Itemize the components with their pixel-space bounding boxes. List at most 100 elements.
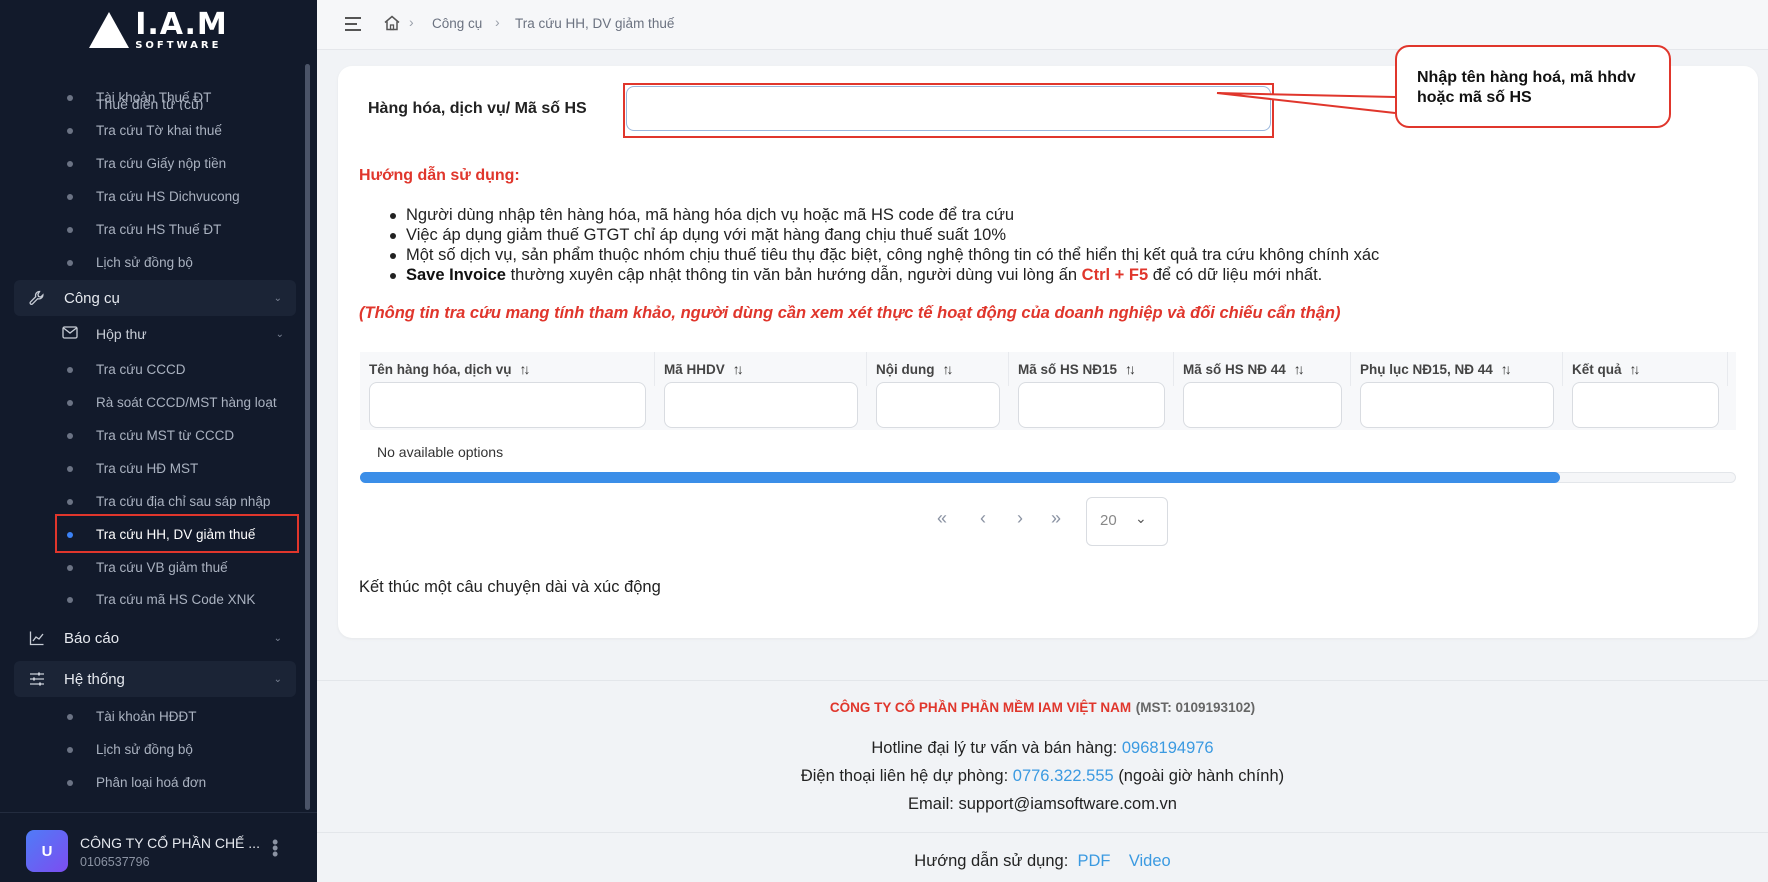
sidebar-group-system[interactable]: Hệ thống ⌄: [14, 661, 296, 697]
footer-email[interactable]: support@iamsoftware.com.vn: [958, 795, 1177, 813]
sidebar-item-sync-history[interactable]: Lịch sử đồng bộ: [0, 246, 300, 279]
bullet-icon: [67, 366, 73, 373]
filter-input-hs-nd44[interactable]: [1183, 382, 1342, 428]
bullet-icon: [67, 746, 73, 753]
footer-company-line: CÔNG TY CỔ PHẦN PHẦN MỀM IAM VIỆT NAM (M…: [317, 698, 1768, 717]
filter-input-result[interactable]: [1572, 382, 1719, 428]
breadcrumb-tools[interactable]: Công cụ: [432, 16, 482, 31]
sidebar-item-payment-slip[interactable]: Tra cứu Giấy nộp tiền: [0, 147, 300, 180]
guide-shortcut: Ctrl + F5: [1081, 266, 1149, 284]
hamburger-icon[interactable]: [345, 17, 361, 31]
guide-item: Một số dịch vụ, sản phẩm thuộc nhóm chịu…: [390, 245, 1379, 265]
sidebar-item-cccd-batch[interactable]: Rà soát CCCD/MST hàng loạt: [0, 386, 300, 419]
sidebar-item-etax-file[interactable]: Tra cứu HS Thuế ĐT: [0, 213, 300, 246]
bullet-icon: [67, 127, 73, 134]
sidebar: Thuế điện tử (cũ) Tài khoản Thuế ĐT Tra …: [0, 0, 317, 882]
column-header-code[interactable]: Mã HHDV ↑↓: [655, 352, 867, 386]
last-page-button[interactable]: »: [1051, 508, 1061, 529]
selected-item-highlight: [55, 514, 299, 553]
sidebar-item-mst-from-cccd[interactable]: Tra cứu MST từ CCCD: [0, 419, 300, 452]
next-page-button[interactable]: ›: [1017, 508, 1023, 529]
sidebar-item-tax-account[interactable]: Tài khoản Thuế ĐT: [0, 81, 300, 114]
search-label: Hàng hóa, dịch vụ/ Mã số HS: [368, 100, 587, 117]
chevron-down-icon: ⌄: [273, 632, 282, 644]
footer-pdf-link[interactable]: PDF: [1077, 852, 1110, 870]
sidebar-group-label: Báo cáo: [64, 629, 120, 647]
column-header-hs-nd15[interactable]: Mã số HS NĐ15 ↑↓: [1009, 352, 1174, 386]
more-vertical-icon[interactable]: • • •: [272, 833, 278, 863]
sort-icon[interactable]: ↑↓: [520, 361, 531, 377]
guide-item: Save Invoice thường xuyên cập nhật thông…: [390, 265, 1379, 285]
guide-item: Việc áp dụng giảm thuế GTGT chỉ áp dụng …: [390, 225, 1379, 245]
disclaimer-note: (Thông tin tra cứu mang tính tham khảo, …: [359, 304, 1341, 322]
bullet-icon: [67, 259, 73, 266]
user-mst: 0106537796: [80, 855, 150, 869]
sidebar-item-hs-code[interactable]: Tra cứu mã HS Code XNK: [0, 583, 300, 616]
column-header-label: Tên hàng hóa, dịch vụ: [369, 361, 512, 377]
sidebar-scrollbar-thumb[interactable]: [305, 64, 310, 810]
sidebar-group-label: Hệ thống: [64, 670, 125, 688]
filter-input-hs-nd15[interactable]: [1018, 382, 1165, 428]
filter-input-goods-name[interactable]: [369, 382, 646, 428]
column-header-appendix[interactable]: Phụ lục NĐ15, NĐ 44 ↑↓: [1351, 352, 1563, 386]
guide-item-text: thường xuyên cập nhật thông tin văn bản …: [505, 266, 1082, 284]
footer-backup-line: Điện thoại liên hệ dự phòng: 0776.322.55…: [317, 767, 1768, 786]
footer-hotline-line: Hotline đại lý tư vấn và bán hàng: 09681…: [317, 739, 1768, 758]
sidebar-item-invoice-mst[interactable]: Tra cứu HĐ MST: [0, 452, 300, 485]
footer-hotline-link[interactable]: 0968194976: [1122, 739, 1214, 757]
sidebar-item-label: Tra cứu địa chỉ sau sáp nhập: [96, 494, 271, 509]
column-header-hs-nd44[interactable]: Mã số HS NĐ 44 ↑↓: [1174, 352, 1351, 386]
sort-icon[interactable]: ↑↓: [1294, 361, 1305, 377]
sort-icon[interactable]: ↑↓: [942, 361, 953, 377]
bullet-icon: [67, 713, 73, 720]
logo[interactable]: I.A.M SOFTWARE: [0, 0, 317, 60]
column-header-result[interactable]: Kết quả ↑↓: [1563, 352, 1728, 386]
sidebar-item-public-service[interactable]: Tra cứu HS Dichvucong: [0, 180, 300, 213]
sort-icon[interactable]: ↑↓: [733, 361, 744, 377]
first-page-button[interactable]: «: [937, 508, 947, 529]
prev-page-button[interactable]: ‹: [980, 508, 986, 529]
callout-text: Nhập tên hàng hoá, mã hhdv hoặc mã số HS: [1417, 69, 1636, 106]
chevron-down-icon: ⌄: [273, 673, 282, 685]
column-header-content[interactable]: Nội dung ↑↓: [867, 352, 1009, 386]
bullet-icon: [67, 498, 73, 505]
column-header-label: Kết quả: [1572, 361, 1622, 377]
footer-video-link[interactable]: Video: [1129, 852, 1171, 870]
footer-backup-label: Điện thoại liên hệ dự phòng:: [800, 767, 1009, 785]
home-icon[interactable]: [383, 14, 401, 32]
sidebar-item-invoice-classify[interactable]: Phân loại hoá đơn: [0, 766, 300, 799]
table-empty-row: [360, 430, 1736, 474]
chart-line-icon: [28, 629, 46, 647]
sidebar-item-tax-reduction-docs[interactable]: Tra cứu VB giảm thuế: [0, 551, 300, 584]
bullet-icon: [67, 596, 73, 603]
sidebar-item-einvoice-account[interactable]: Tài khoản HĐĐT: [0, 700, 300, 733]
sidebar-item-sync-history-2[interactable]: Lịch sử đồng bộ: [0, 733, 300, 766]
filter-input-appendix[interactable]: [1360, 382, 1554, 428]
column-header-goods-name[interactable]: Tên hàng hóa, dịch vụ ↑↓: [360, 352, 655, 386]
filter-input-content[interactable]: [876, 382, 1000, 428]
guide-title: Hướng dẫn sử dụng:: [359, 167, 520, 184]
sidebar-group-report[interactable]: Báo cáo ⌄: [14, 620, 296, 656]
sidebar-nav[interactable]: Thuế điện tử (cũ) Tài khoản Thuế ĐT Tra …: [0, 48, 306, 810]
guide-item-text: để có dữ liệu mới nhất.: [1148, 266, 1323, 284]
user-name: CÔNG TY CỔ PHẦN CHẾ ...: [80, 835, 260, 851]
search-input[interactable]: [626, 86, 1271, 131]
bullet-icon: [67, 465, 73, 472]
chevron-down-icon: ⌄: [1135, 510, 1147, 526]
sort-icon[interactable]: ↑↓: [1125, 361, 1136, 377]
table-scrollbar-thumb[interactable]: [360, 472, 1560, 483]
sidebar-group-tools[interactable]: Công cụ ⌄: [14, 280, 296, 316]
footer-divider: [317, 832, 1768, 833]
sort-icon[interactable]: ↑↓: [1501, 361, 1512, 377]
user-profile[interactable]: U CÔNG TY CỔ PHẦN CHẾ ... 0106537796 • • •: [0, 812, 317, 882]
footer-backup-link[interactable]: 0776.322.555: [1013, 767, 1114, 785]
sidebar-item-label: Tra cứu MST từ CCCD: [96, 428, 235, 443]
closing-text: Kết thúc một câu chuyện dài và xúc động: [359, 578, 661, 596]
sidebar-item-cccd[interactable]: Tra cứu CCCD: [0, 353, 300, 386]
sort-icon[interactable]: ↑↓: [1630, 361, 1641, 377]
filter-input-code[interactable]: [664, 382, 858, 428]
sidebar-item-tax-declaration[interactable]: Tra cứu Tờ khai thuế: [0, 114, 300, 147]
page-size-select[interactable]: 20 ⌄: [1086, 497, 1168, 546]
sidebar-sub-inbox[interactable]: Hộp thư ⌄: [56, 317, 296, 351]
sidebar-item-label: Tài khoản Thuế ĐT: [96, 90, 212, 105]
